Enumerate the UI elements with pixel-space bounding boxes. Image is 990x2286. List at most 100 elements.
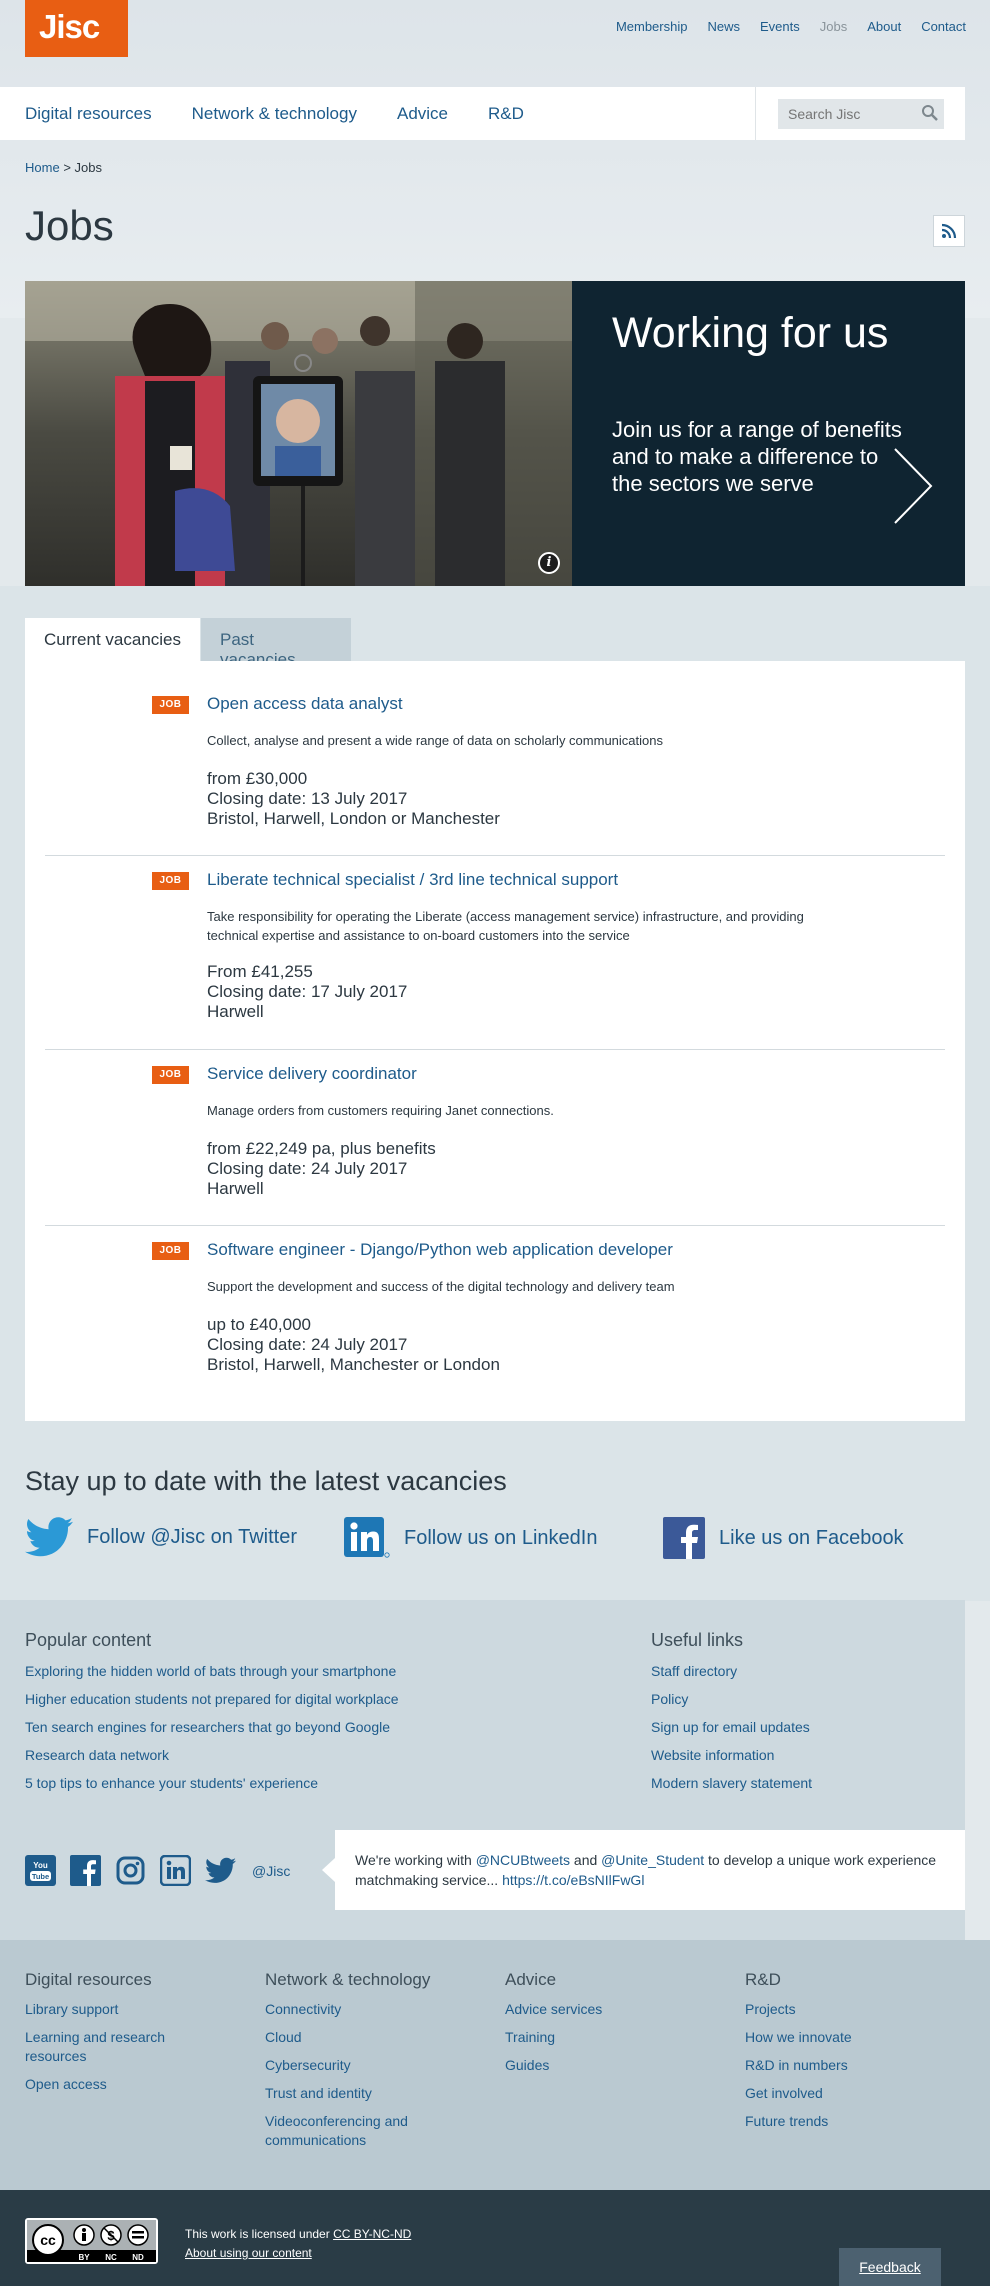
- popular-link[interactable]: Exploring the hidden world of bats throu…: [25, 1663, 396, 1679]
- job-location: Harwell: [207, 1179, 264, 1198]
- popular-link[interactable]: Ten search engines for researchers that …: [25, 1719, 390, 1735]
- event-photo-illustration: [25, 281, 572, 586]
- popular-content-heading: Popular content: [25, 1630, 152, 1650]
- info-icon[interactable]: i: [538, 552, 560, 574]
- tweet-mention[interactable]: @Unite_Student: [601, 1852, 704, 1868]
- job-closing-date: Closing date: 24 July 2017: [207, 1335, 408, 1354]
- footer-link[interactable]: How we innovate: [745, 2028, 945, 2047]
- useful-link[interactable]: Policy: [651, 1691, 688, 1707]
- job-badge: JOB: [152, 1066, 189, 1084]
- util-nav-contact[interactable]: Contact: [921, 19, 966, 34]
- job-details: From £41,255 Closing date: 17 July 2017 …: [207, 962, 407, 1022]
- util-nav-news[interactable]: News: [707, 19, 740, 34]
- util-nav-membership[interactable]: Membership: [616, 19, 688, 34]
- job-title-link[interactable]: Liberate technical specialist / 3rd line…: [207, 870, 618, 890]
- job-details: from £30,000 Closing date: 13 July 2017 …: [207, 769, 500, 829]
- job-description: Manage orders from customers requiring J…: [207, 1103, 554, 1118]
- footer-link[interactable]: Open access: [25, 2075, 225, 2094]
- follow-facebook-label: Like us on Facebook: [719, 1526, 904, 1549]
- linkedin-icon[interactable]: [160, 1855, 191, 1886]
- useful-link[interactable]: Staff directory: [651, 1663, 737, 1679]
- linkedin-icon: [344, 1517, 390, 1558]
- cc-label-nc: NC: [105, 2253, 117, 2262]
- feedback-button[interactable]: Feedback: [839, 2248, 941, 2286]
- rss-button[interactable]: [933, 215, 965, 247]
- popular-link[interactable]: Research data network: [25, 1747, 169, 1763]
- job-badge: JOB: [152, 696, 189, 714]
- tab-current-vacancies[interactable]: Current vacancies: [25, 618, 200, 661]
- util-nav-events[interactable]: Events: [760, 19, 800, 34]
- job-title-link[interactable]: Open access data analyst: [207, 694, 403, 714]
- cc-letters: cc: [40, 2232, 56, 2248]
- useful-link[interactable]: Modern slavery statement: [651, 1775, 812, 1791]
- hero-text: Join us for a range of benefits and to m…: [612, 417, 902, 496]
- follow-twitter-link[interactable]: Follow @Jisc on Twitter: [25, 1517, 297, 1557]
- footer-column-title: R&D: [745, 1970, 781, 1989]
- main-nav-advice[interactable]: Advice: [397, 104, 448, 124]
- popular-link[interactable]: Higher education students not prepared f…: [25, 1691, 399, 1707]
- util-nav-about[interactable]: About: [867, 19, 901, 34]
- bottom-bar: cc $ BY NC ND This work is licensed unde…: [0, 2190, 990, 2286]
- search-area: [755, 87, 965, 140]
- follow-facebook-link[interactable]: Like us on Facebook: [663, 1517, 904, 1559]
- tweet-link[interactable]: https://t.co/eBsNIlFwGl: [502, 1872, 644, 1888]
- job-salary: From £41,255: [207, 962, 313, 981]
- util-nav-jobs[interactable]: Jobs: [820, 19, 847, 34]
- vacancies-panel: JOB Open access data analyst Collect, an…: [25, 661, 965, 1421]
- footer-link[interactable]: Cloud: [265, 2028, 465, 2047]
- twitter-icon[interactable]: [205, 1855, 236, 1886]
- footer-link[interactable]: Cybersecurity: [265, 2056, 465, 2075]
- job-title-link[interactable]: Software engineer - Django/Python web ap…: [207, 1240, 673, 1260]
- job-salary: from £30,000: [207, 769, 308, 788]
- tweet-mention[interactable]: @NCUBtweets: [476, 1852, 570, 1868]
- tab-past-vacancies[interactable]: Past vacancies: [201, 618, 351, 669]
- job-location: Bristol, Harwell, London or Manchester: [207, 809, 500, 828]
- job-title-link[interactable]: Service delivery coordinator: [207, 1064, 417, 1084]
- creative-commons-badge[interactable]: cc $ BY NC ND: [25, 2218, 158, 2264]
- header-background: [0, 0, 990, 318]
- about-content-link[interactable]: About using our content: [185, 2246, 312, 2260]
- useful-link[interactable]: Website information: [651, 1747, 774, 1763]
- breadcrumb-separator: >: [63, 160, 71, 175]
- footer-link[interactable]: Training: [505, 2028, 705, 2047]
- job-location: Harwell: [207, 1002, 264, 1021]
- footer-link[interactable]: Learning and research resources: [25, 2028, 185, 2066]
- page-title: Jobs: [25, 202, 114, 249]
- footer-link[interactable]: Videoconferencing and communications: [265, 2112, 435, 2150]
- footer-link[interactable]: Trust and identity: [265, 2084, 465, 2103]
- chevron-right-icon[interactable]: [892, 446, 934, 526]
- footer-column-digital-resources: Digital resources Library support Learni…: [25, 1970, 225, 2103]
- jisc-twitter-handle[interactable]: @Jisc: [252, 1863, 290, 1879]
- license-link[interactable]: CC BY-NC-ND: [333, 2227, 411, 2241]
- search-icon[interactable]: [920, 103, 940, 123]
- useful-links-heading: Useful links: [651, 1630, 744, 1650]
- useful-link[interactable]: Sign up for email updates: [651, 1719, 810, 1735]
- job-salary: up to £40,000: [207, 1315, 311, 1334]
- footer-link[interactable]: Projects: [745, 2000, 945, 2019]
- footer-link[interactable]: Library support: [25, 2000, 225, 2019]
- license-text: This work is licensed under: [185, 2227, 334, 2241]
- creative-commons-icon: cc $ BY NC ND: [27, 2220, 156, 2262]
- footer-link[interactable]: Connectivity: [265, 2000, 465, 2019]
- follow-linkedin-link[interactable]: Follow us on LinkedIn: [344, 1517, 597, 1559]
- job-badge: JOB: [152, 872, 189, 890]
- footer-link[interactable]: Future trends: [745, 2112, 945, 2131]
- hero-banner[interactable]: i Working for us Join us for a range of …: [25, 281, 965, 586]
- job-badge: JOB: [152, 1242, 189, 1260]
- footer-link[interactable]: Get involved: [745, 2084, 945, 2103]
- breadcrumb-home[interactable]: Home: [25, 160, 60, 175]
- facebook-icon[interactable]: [70, 1855, 101, 1886]
- main-nav-network-technology[interactable]: Network & technology: [192, 104, 357, 124]
- job-description: Take responsibility for operating the Li…: [207, 909, 804, 943]
- main-nav-rd[interactable]: R&D: [488, 104, 524, 124]
- footer-link[interactable]: Advice services: [505, 2000, 705, 2019]
- instagram-icon[interactable]: [115, 1855, 146, 1886]
- main-nav-digital-resources[interactable]: Digital resources: [25, 104, 152, 124]
- footer-link[interactable]: Guides: [505, 2056, 705, 2075]
- popular-link[interactable]: 5 top tips to enhance your students' exp…: [25, 1775, 318, 1791]
- jisc-logo[interactable]: Jisc: [25, 0, 128, 57]
- footer-link[interactable]: R&D in numbers: [745, 2056, 945, 2075]
- youtube-icon[interactable]: You Tube: [25, 1855, 56, 1886]
- social-icons-row: You Tube @Jisc: [25, 1855, 290, 1886]
- divider: [45, 1225, 945, 1226]
